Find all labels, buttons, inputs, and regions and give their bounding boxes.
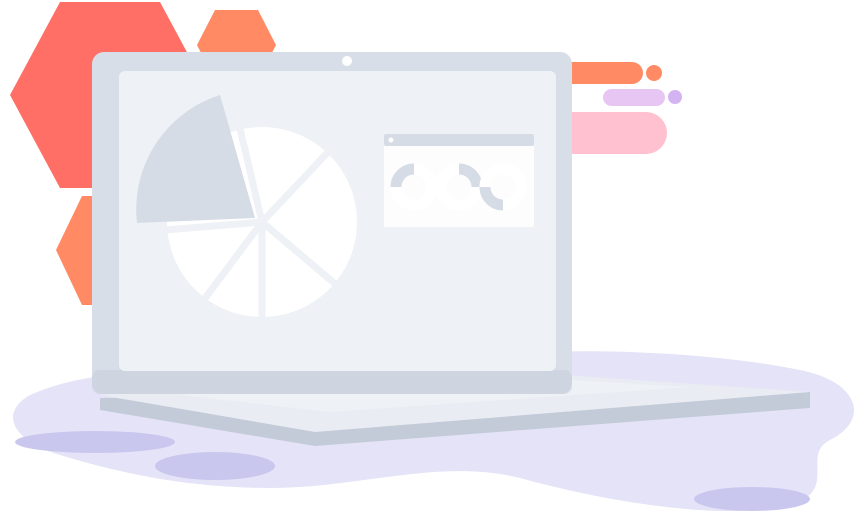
floor-puddle-shade-1 [15, 431, 175, 453]
deco-dot-violet [668, 90, 682, 104]
illustration-canvas [0, 0, 865, 523]
floor-puddle-shade-2 [155, 452, 275, 480]
donut-window-body [384, 134, 534, 227]
donut-window-dot [388, 137, 394, 143]
laptop-lid-shadow [92, 370, 572, 394]
floor-puddle-shade-3 [694, 487, 810, 511]
camera-dot-icon [342, 56, 352, 66]
donut-window-titlebar [384, 134, 534, 146]
laptop-illustration [10, 2, 854, 512]
deco-bar-lavender [603, 89, 665, 106]
deco-dot-orange [646, 65, 662, 81]
donut-window [384, 134, 534, 227]
